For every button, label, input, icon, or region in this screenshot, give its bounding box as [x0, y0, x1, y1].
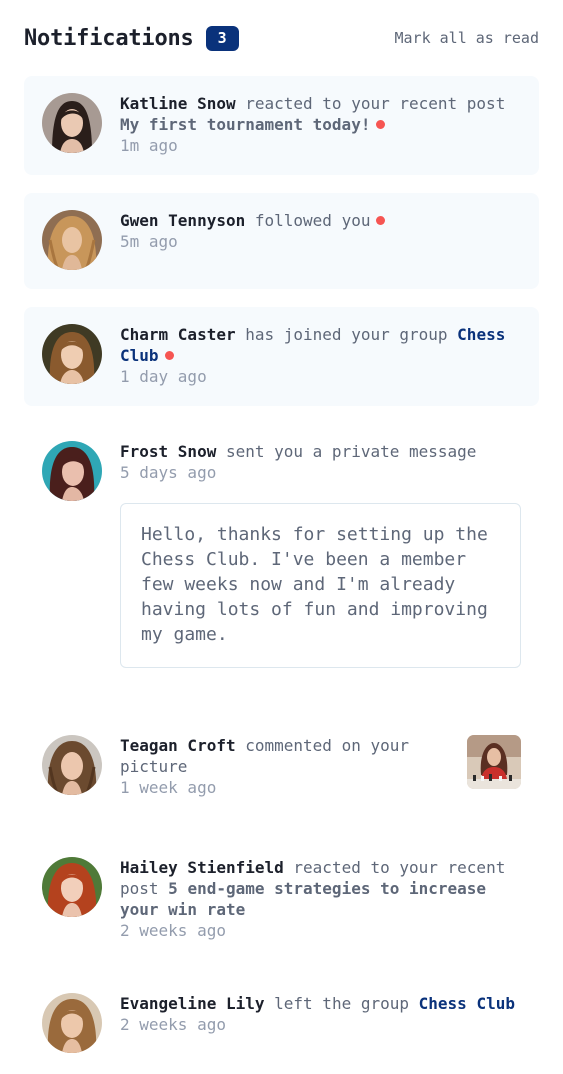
private-message-preview[interactable]: Hello, thanks for setting up the Chess C…	[120, 503, 521, 668]
user-name-link[interactable]: Katline Snow	[120, 94, 236, 113]
notification-item[interactable]: Evangeline Lily left the group Chess Clu…	[24, 976, 539, 1072]
avatar[interactable]	[42, 441, 102, 501]
post-link[interactable]: 5 end-game strategies to increase your w…	[120, 879, 486, 919]
notification-time: 5 days ago	[120, 463, 217, 482]
avatar[interactable]	[42, 324, 102, 384]
notification-action: reacted to your recent post	[245, 94, 506, 113]
notification-content: Evangeline Lily left the group Chess Clu…	[120, 993, 521, 1035]
notification-time: 2 weeks ago	[120, 1015, 226, 1034]
avatar-image	[42, 93, 102, 153]
notification-content: Charm Caster has joined your group Chess…	[120, 324, 521, 387]
notification-action: followed you	[254, 211, 371, 230]
notification-item[interactable]: Hailey Stienfield reacted to your recent…	[24, 840, 539, 958]
avatar[interactable]	[42, 857, 102, 917]
user-name-link[interactable]: Frost Snow	[120, 442, 216, 461]
notification-time: 1m ago	[120, 136, 178, 155]
avatar-image	[42, 324, 102, 384]
notification-item[interactable]: Charm Caster has joined your group Chess…	[24, 307, 539, 406]
avatar[interactable]	[42, 735, 102, 795]
page-title: Notifications	[24, 25, 194, 51]
notification-item[interactable]: Katline Snow reacted to your recent post…	[24, 76, 539, 175]
header-title-group: Notifications 3	[24, 25, 239, 51]
notification-content: Gwen Tennyson followed you 5m ago	[120, 210, 521, 252]
notification-content: Teagan Croft commented on your picture 1…	[120, 735, 453, 798]
notification-item[interactable]: Teagan Croft commented on your picture 1…	[24, 718, 539, 822]
notification-action: sent you a private message	[225, 442, 477, 461]
notification-content: Katline Snow reacted to your recent post…	[120, 93, 521, 156]
notification-item[interactable]: Gwen Tennyson followed you 5m ago	[24, 193, 539, 289]
notifications-page: Notifications 3 Mark all as read Katline…	[0, 0, 563, 1074]
user-name-link[interactable]: Hailey Stienfield	[120, 858, 284, 877]
notification-action: left the group	[274, 994, 409, 1013]
unread-dot	[164, 351, 174, 360]
avatar-image	[42, 993, 102, 1053]
avatar[interactable]	[42, 93, 102, 153]
unread-dot	[376, 120, 386, 129]
notification-time: 2 weeks ago	[120, 921, 226, 940]
user-name-link[interactable]: Evangeline Lily	[120, 994, 265, 1013]
avatar-image	[42, 441, 102, 501]
notification-item[interactable]: Frost Snow sent you a private message 5 …	[24, 424, 539, 700]
unread-count-badge: 3	[205, 25, 239, 51]
chess-picture-image	[467, 735, 521, 789]
notification-time: 1 day ago	[120, 367, 207, 386]
avatar-image	[42, 735, 102, 795]
commented-picture-thumbnail[interactable]	[467, 735, 521, 789]
avatar[interactable]	[42, 993, 102, 1053]
notification-action: has joined your group	[245, 325, 448, 344]
avatar-image	[42, 210, 102, 270]
user-name-link[interactable]: Teagan Croft	[120, 736, 236, 755]
unread-dot	[376, 216, 386, 225]
notification-list: Katline Snow reacted to your recent post…	[24, 76, 539, 1072]
notifications-header: Notifications 3 Mark all as read	[24, 0, 539, 76]
avatar[interactable]	[42, 210, 102, 270]
mark-all-as-read-button[interactable]: Mark all as read	[395, 29, 540, 47]
user-name-link[interactable]: Charm Caster	[120, 325, 236, 344]
group-link[interactable]: Chess Club	[419, 994, 515, 1013]
avatar-image	[42, 857, 102, 917]
notification-time: 1 week ago	[120, 778, 217, 797]
notification-time: 5m ago	[120, 232, 178, 251]
user-name-link[interactable]: Gwen Tennyson	[120, 211, 245, 230]
notification-content: Hailey Stienfield reacted to your recent…	[120, 857, 521, 941]
notification-content: Frost Snow sent you a private message 5 …	[120, 441, 521, 668]
post-link[interactable]: My first tournament today!	[120, 115, 370, 134]
